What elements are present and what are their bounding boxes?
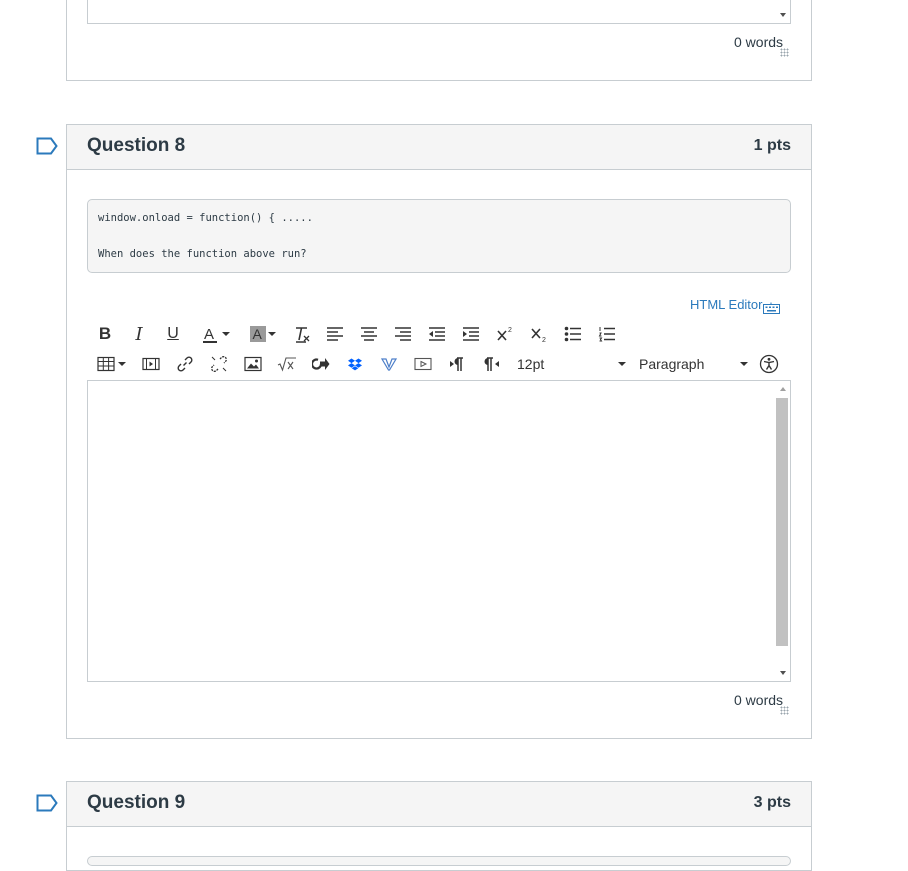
math-equation-button[interactable]: [276, 352, 298, 376]
block-format-value: Paragraph: [639, 356, 705, 372]
link-button[interactable]: [174, 352, 196, 376]
lti-tool-icon: [312, 358, 330, 370]
outdent-icon: [429, 327, 445, 341]
embed-media-button[interactable]: [412, 352, 434, 376]
table-icon: [96, 356, 115, 372]
scroll-up-icon[interactable]: [780, 387, 786, 391]
vimeo-icon: [381, 358, 397, 371]
align-left-icon: [327, 327, 343, 341]
question-points: 3 pts: [753, 794, 791, 811]
keyboard-icon[interactable]: [763, 302, 780, 314]
lti-tool-button[interactable]: [310, 352, 332, 376]
chevron-down-icon: [740, 362, 748, 366]
table-button[interactable]: [95, 352, 127, 376]
block-format-select[interactable]: Paragraph: [634, 352, 748, 376]
align-center-button[interactable]: [358, 322, 380, 346]
word-count: 0 words: [734, 692, 784, 708]
clear-formatting-button[interactable]: [291, 322, 313, 346]
question-header: Question 8 1 pts: [67, 125, 811, 170]
scroll-down-icon[interactable]: [780, 13, 786, 17]
code-line: window.onload = function() { .....: [98, 212, 313, 224]
flag-icon[interactable]: [36, 794, 58, 812]
rtl-button[interactable]: [480, 352, 502, 376]
underline-icon: U: [167, 325, 179, 342]
image-button[interactable]: [242, 352, 264, 376]
accessibility-icon: [759, 354, 779, 374]
text-color-button[interactable]: A: [195, 322, 235, 346]
svg-text:2: 2: [508, 327, 512, 334]
svg-text:2: 2: [542, 337, 546, 343]
prompt-line: When does the function above run?: [98, 248, 307, 260]
chevron-down-icon: [618, 362, 626, 366]
image-icon: [244, 356, 262, 372]
question-points: 1 pts: [753, 137, 791, 154]
math-icon: [277, 357, 296, 372]
ltr-icon: [450, 357, 463, 371]
embed-media-icon: [414, 357, 432, 371]
font-size-value: 12pt: [517, 356, 545, 372]
numbered-list-icon: [598, 327, 615, 342]
bold-icon: B: [98, 324, 112, 343]
unlink-button[interactable]: [208, 352, 230, 376]
indent-icon: [463, 327, 479, 341]
question-title: Question 9: [87, 792, 186, 813]
dropbox-icon: [348, 358, 362, 371]
link-icon: [177, 356, 193, 372]
numbered-list-button[interactable]: [596, 322, 618, 346]
outdent-button[interactable]: [426, 322, 448, 346]
background-color-icon: A: [250, 326, 266, 342]
flag-icon[interactable]: [36, 137, 58, 155]
previous-answer-editor[interactable]: [87, 0, 791, 24]
subscript-icon: 2: [531, 328, 546, 343]
previous-word-count: 0 words: [734, 34, 784, 50]
answer-editor[interactable]: [87, 380, 791, 682]
resize-grip-icon[interactable]: [780, 48, 789, 57]
align-center-icon: [361, 327, 377, 341]
question-text: window.onload = function() { ..... When …: [87, 199, 791, 273]
superscript-icon: 2: [497, 327, 512, 341]
underline-button[interactable]: U: [162, 322, 184, 346]
italic-icon: I: [135, 323, 143, 345]
clear-formatting-icon: [296, 327, 310, 343]
rtl-icon: [484, 357, 499, 371]
subscript-button[interactable]: 2: [528, 322, 550, 346]
svg-text:A: A: [253, 326, 263, 342]
question-header: Question 9 3 pts: [67, 782, 811, 827]
bold-button[interactable]: B: [95, 322, 115, 346]
question-title: Question 8: [87, 135, 186, 156]
chevron-down-icon: [222, 332, 230, 336]
background-color-button[interactable]: A: [242, 322, 282, 346]
indent-button[interactable]: [460, 322, 482, 346]
svg-text:A: A: [204, 326, 214, 343]
align-left-button[interactable]: [324, 322, 346, 346]
align-right-button[interactable]: [392, 322, 414, 346]
question-text: [87, 856, 791, 866]
text-color-icon: A: [203, 326, 217, 343]
italic-button[interactable]: I: [129, 322, 149, 346]
chevron-down-icon: [117, 362, 126, 366]
scroll-down-icon[interactable]: [780, 671, 786, 675]
media-icon: [142, 357, 160, 371]
media-button[interactable]: [140, 352, 162, 376]
chevron-down-icon: [268, 332, 276, 336]
bullet-list-icon: [564, 326, 581, 342]
font-size-select[interactable]: 12pt: [512, 352, 626, 376]
html-editor-link[interactable]: HTML Editor: [690, 297, 762, 312]
accessibility-checker-button[interactable]: [758, 352, 780, 376]
vimeo-button[interactable]: [378, 352, 400, 376]
bullet-list-button[interactable]: [562, 322, 584, 346]
align-right-icon: [395, 327, 411, 341]
resize-grip-icon[interactable]: [780, 706, 789, 715]
scrollbar-thumb[interactable]: [776, 398, 788, 646]
unlink-icon: [211, 356, 227, 372]
superscript-button[interactable]: 2: [494, 322, 516, 346]
dropbox-button[interactable]: [344, 352, 366, 376]
ltr-button[interactable]: [446, 352, 468, 376]
